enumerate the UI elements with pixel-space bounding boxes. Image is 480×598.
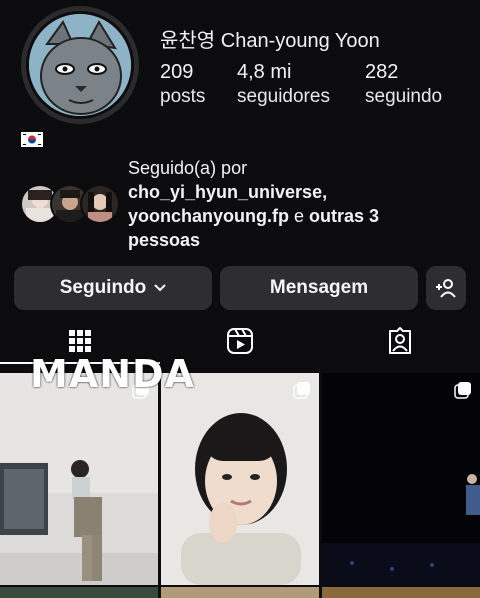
followers-count: 4,8 mi [237, 61, 292, 83]
message-button[interactable]: Mensagem [220, 266, 418, 310]
others-link-continued[interactable]: pessoas [128, 230, 200, 251]
avatar [80, 184, 120, 224]
mutual-followers-avatars[interactable] [20, 184, 120, 224]
grid-icon [68, 329, 92, 353]
following-label: seguindo [365, 86, 443, 107]
post-thumbnail[interactable] [161, 373, 319, 585]
posts-label: posts [160, 86, 206, 107]
mutual-follower-link[interactable]: yoonchanyoung.fp [128, 206, 289, 226]
followers-label: seguidores [237, 86, 330, 107]
add-person-icon [435, 278, 457, 298]
display-name: 윤찬영 Chan-young Yoon [160, 30, 380, 52]
reels-icon [226, 327, 254, 355]
post-thumbnail[interactable] [161, 587, 319, 598]
followed-by-title: Seguido(a) por [128, 158, 248, 178]
mutual-follower-link[interactable]: cho_yi_hyun_universe, [128, 182, 327, 203]
following-count: 282 [365, 61, 399, 83]
post-thumbnail[interactable] [322, 587, 480, 598]
followed-by-line: yoonchanyoung.fp e outras 3 [128, 206, 379, 227]
overlay-caption: MANDA [30, 352, 195, 396]
chevron-down-icon [154, 284, 166, 292]
south-korea-flag-icon [21, 132, 43, 147]
post-thumbnail[interactable] [0, 373, 158, 585]
others-link[interactable]: outras 3 [309, 206, 379, 226]
profile-avatar[interactable] [21, 6, 139, 124]
following-stat[interactable]: 282 seguindo [365, 60, 442, 110]
following-button-label: Seguindo [59, 277, 147, 298]
following-button[interactable]: Seguindo [14, 266, 212, 310]
followers-stat[interactable]: 4,8 mi seguidores [237, 60, 330, 110]
tagged-icon [386, 327, 414, 355]
multiple-posts-icon [293, 381, 311, 399]
message-button-label: Mensagem [269, 277, 369, 298]
tab-tagged[interactable] [320, 320, 480, 362]
posts-stat[interactable]: 209 posts [160, 60, 205, 110]
avatar-image [26, 11, 134, 119]
post-thumbnail[interactable] [322, 373, 480, 585]
add-person-button[interactable] [426, 266, 466, 310]
posts-count: 209 [160, 61, 194, 83]
conjunction-text: e [289, 206, 310, 226]
multiple-posts-icon [454, 381, 472, 399]
post-thumbnail[interactable] [0, 587, 158, 598]
